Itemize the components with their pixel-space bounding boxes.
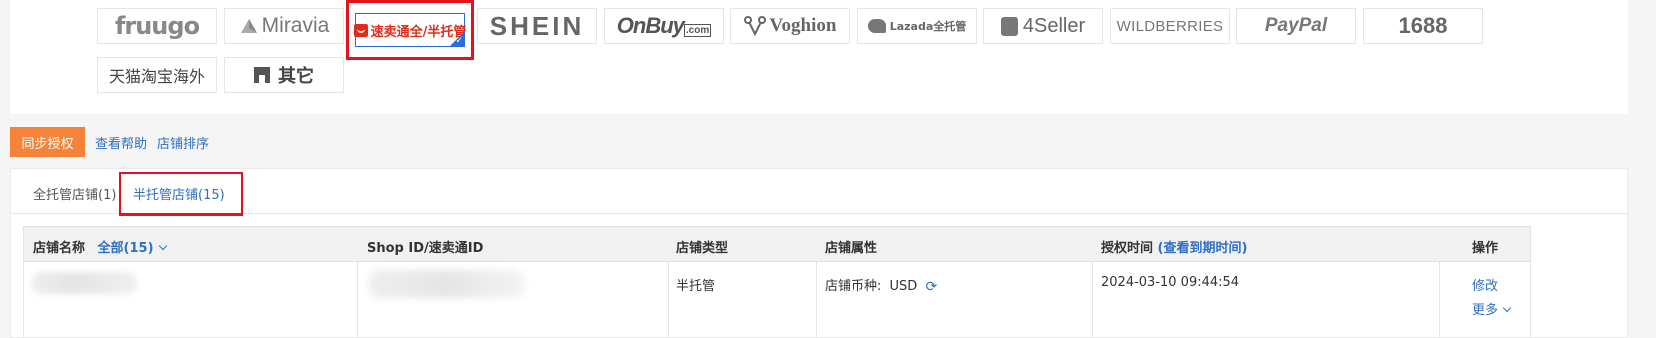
miravia-icon — [240, 19, 257, 33]
voghion-icon — [743, 16, 766, 36]
more-label: 更多 — [1472, 303, 1499, 318]
other-label: 其它 — [278, 66, 314, 87]
platform-aliexpress[interactable]: 速卖通全/半托管 ✓ — [346, 0, 474, 60]
platform-voghion[interactable]: Voghion — [730, 8, 850, 44]
lazada-heart-icon — [867, 19, 886, 33]
4seller-logo: 4Seller — [1000, 14, 1086, 38]
semi-tab-highlight — [119, 172, 243, 216]
paypal-logo: PayPal — [1264, 15, 1328, 36]
shop-panel: 全托管店铺(1) 半托管店铺(15) 店铺名称 全部(15) Shop ID/速… — [10, 168, 1628, 338]
onbuy-logo: OnBuy .com — [616, 13, 712, 39]
col-shop-attr: 店铺属性 — [825, 241, 878, 256]
shop-sort-link[interactable]: 店铺排序 — [157, 133, 209, 152]
divider — [357, 262, 358, 338]
refresh-icon[interactable]: ⟳ — [925, 279, 937, 295]
1688-logo: 1688 — [1398, 13, 1448, 38]
platform-shein[interactable]: SHEIN — [477, 8, 597, 44]
shopping-bag-icon — [353, 23, 368, 37]
other-logo: 其它 — [254, 62, 314, 88]
platform-onbuy[interactable]: OnBuy .com — [604, 8, 724, 44]
action-bar: 同步授权 查看帮助 店铺排序 — [10, 127, 209, 157]
col-shop-id: Shop ID/速卖通ID — [367, 241, 484, 256]
col-shop-name: 店铺名称 全部(15) — [33, 237, 167, 256]
platform-other[interactable]: 其它 — [224, 57, 344, 93]
platform-tmall[interactable]: 天猫淘宝海外 — [97, 57, 217, 93]
4seller-label: 4Seller — [1022, 14, 1086, 37]
platform-miravia[interactable]: Miravia — [224, 8, 344, 44]
shein-logo: SHEIN — [489, 10, 585, 41]
onbuy-label: OnBuy — [616, 13, 685, 38]
col-operations: 操作 — [1472, 241, 1499, 256]
voghion-logo: Voghion — [743, 15, 837, 37]
tmall-label: 天猫淘宝海外 — [108, 67, 205, 86]
shop-table: 店铺名称 全部(15) Shop ID/速卖通ID 店铺类型 店铺属性 授权时间… — [23, 226, 1531, 338]
shop-filter-dropdown[interactable]: 全部(15) — [97, 241, 167, 256]
divider — [816, 262, 817, 338]
fruugo-logo: fruugo — [114, 12, 200, 40]
row-operations: 修改 更多 — [1472, 275, 1512, 318]
platform-selector: fruugo Miravia 速卖通全/半托管 ✓ SHEIN OnBuy .co… — [10, 0, 1628, 114]
sync-auth-button[interactable]: 同步授权 — [10, 127, 85, 157]
shop-id-blur — [369, 270, 524, 298]
shop-filter-label: 全部(15) — [97, 241, 154, 256]
col-shop-type: 店铺类型 — [676, 241, 729, 256]
divider — [1439, 262, 1440, 338]
platform-lazada[interactable]: Lazada全托管 — [857, 8, 977, 44]
platform-4seller[interactable]: 4Seller — [983, 8, 1103, 44]
auth-time-value: 2024-03-10 09:44:54 — [1101, 275, 1240, 290]
col-auth-time-label: 授权时间 — [1101, 241, 1154, 256]
shop-type-value: 半托管 — [676, 279, 716, 294]
lazada-label: Lazada全托管 — [889, 20, 967, 33]
aliexpress-card: 速卖通全/半托管 ✓ — [353, 13, 466, 47]
miravia-label: Miravia — [261, 14, 330, 37]
chevron-down-icon — [1502, 303, 1512, 313]
platform-paypal[interactable]: PayPal — [1236, 8, 1356, 44]
table-row: 半托管 店铺币种: USD ⟳ 2024-03-10 09:44:54 修改 更… — [23, 262, 1531, 338]
platform-wildberries[interactable]: WILDBERRIES — [1110, 8, 1230, 44]
edit-link[interactable]: 修改 — [1472, 275, 1510, 294]
col-auth-time: 授权时间 (查看到期时间) — [1101, 237, 1247, 256]
help-link[interactable]: 查看帮助 — [95, 133, 147, 152]
platform-fruugo[interactable]: fruugo — [97, 8, 217, 44]
platform-1688[interactable]: 1688 — [1363, 8, 1483, 44]
shop-currency: 店铺币种: USD ⟳ — [825, 275, 937, 295]
currency-value: USD — [889, 279, 918, 294]
col-shop-name-label: 店铺名称 — [33, 241, 86, 256]
shop-name-redacted — [32, 272, 137, 294]
chevron-down-icon — [158, 241, 167, 251]
shop-tabs: 全托管店铺(1) 半托管店铺(15) — [11, 169, 1627, 216]
more-dropdown[interactable]: 更多 — [1472, 299, 1512, 318]
check-icon: ✓ — [455, 36, 463, 46]
divider — [668, 262, 669, 338]
table-header: 店铺名称 全部(15) Shop ID/速卖通ID 店铺类型 店铺属性 授权时间… — [23, 226, 1531, 262]
onbuy-suffix: .com — [683, 24, 712, 37]
4seller-icon — [1000, 16, 1018, 36]
wildberries-logo: WILDBERRIES — [1116, 17, 1224, 35]
currency-label: 店铺币种: — [825, 279, 882, 294]
tab-full-managed[interactable]: 全托管店铺(1) — [33, 184, 116, 203]
store-icon — [254, 67, 270, 83]
miravia-logo: Miravia — [239, 14, 330, 38]
view-expiry-link[interactable]: (查看到期时间) — [1158, 241, 1248, 256]
divider — [1092, 262, 1093, 338]
voghion-label: Voghion — [769, 15, 837, 36]
lazada-logo: Lazada全托管 — [867, 18, 967, 34]
